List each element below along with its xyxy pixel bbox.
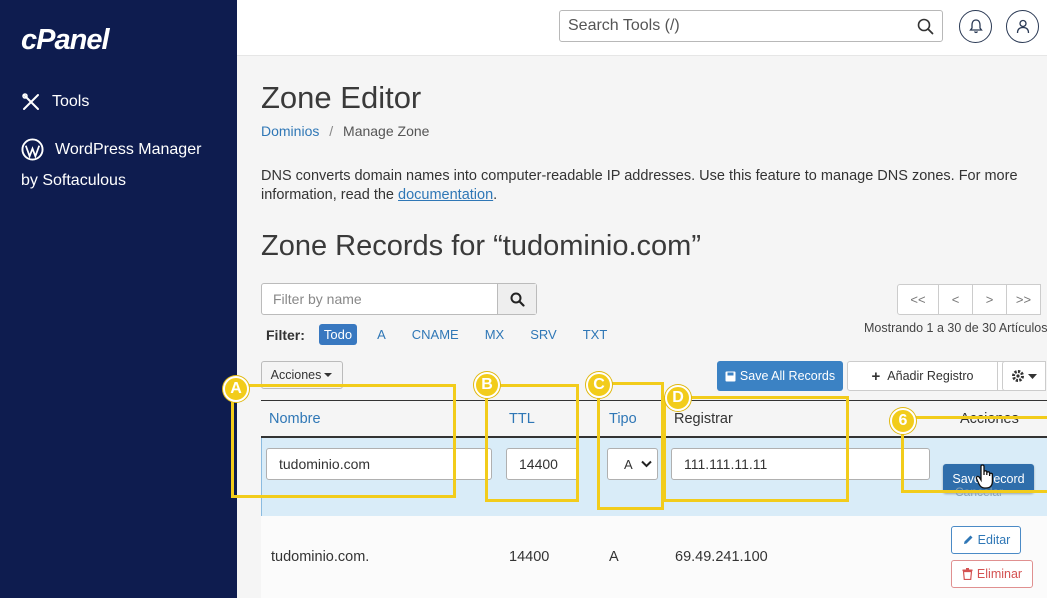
record-type-select[interactable]: A <box>607 448 658 480</box>
annotation-badge-a: A <box>223 376 249 402</box>
breadcrumb: Dominios / Manage Zone <box>261 123 429 139</box>
column-header-type[interactable]: Tipo <box>609 411 637 427</box>
caret-down-icon <box>1028 373 1037 379</box>
filter-by-name-input[interactable] <box>262 284 496 314</box>
bell-icon <box>968 19 983 34</box>
top-bar <box>237 0 1047 56</box>
filter-option-mx[interactable]: MX <box>485 324 505 345</box>
gear-icon <box>1012 370 1024 382</box>
plus-icon: + <box>871 367 881 385</box>
save-all-records-button[interactable]: Save All Records <box>717 361 843 391</box>
documentation-link[interactable]: documentation <box>398 187 493 203</box>
row-type: A <box>609 549 619 565</box>
table-row: tudominio.com. 14400 A 69.49.241.100 <box>261 516 1047 598</box>
record-name-input[interactable] <box>267 449 491 479</box>
record-name-field-wrapper <box>266 448 492 480</box>
cpanel-logo[interactable]: cPanel <box>21 24 109 57</box>
page-description: DNS converts domain names into computer-… <box>261 167 1047 205</box>
description-text: DNS converts domain names into computer-… <box>261 168 1018 203</box>
search-tools-box <box>559 10 943 42</box>
sidebar-item-tools[interactable]: Tools <box>21 92 89 112</box>
sidebar: cPanel Tools WordPress Manager by Softac… <box>0 0 237 598</box>
column-header-record: Registrar <box>674 411 733 427</box>
actions-label: Acciones <box>270 368 322 382</box>
breadcrumb-parent-link[interactable]: Dominios <box>261 123 319 139</box>
wordpress-icon <box>21 138 44 161</box>
pagination: << < > >> <box>897 284 1041 315</box>
main-content: Zone Editor Dominios / Manage Zone DNS c… <box>223 56 1047 598</box>
next-page-button[interactable]: > <box>972 284 1007 315</box>
filter-option-cname[interactable]: CNAME <box>412 324 459 345</box>
sidebar-item-wordpress[interactable]: WordPress Manager <box>21 138 201 161</box>
add-record-button[interactable]: + Añadir Registro <box>847 361 998 391</box>
annotation-badge-6: 6 <box>890 408 916 434</box>
filter-option-todo[interactable]: Todo <box>318 324 358 345</box>
filter-option-a[interactable]: A <box>377 324 386 345</box>
save-all-label: Save All Records <box>739 369 836 383</box>
tools-icon <box>22 93 39 110</box>
column-header-name[interactable]: Nombre <box>269 411 321 427</box>
column-header-ttl[interactable]: TTL <box>509 411 535 427</box>
filter-label: Filter: <box>266 326 305 343</box>
breadcrumb-current: Manage Zone <box>343 123 430 139</box>
pencil-icon <box>963 535 973 544</box>
sidebar-item-label: WordPress Manager <box>55 140 202 158</box>
showing-count: Mostrando 1 a 30 de 30 Artículos <box>864 321 1047 335</box>
search-icon[interactable] <box>917 18 934 35</box>
search-icon <box>510 292 525 307</box>
caret-down-icon <box>324 373 333 377</box>
row-name: tudominio.com. <box>271 549 370 565</box>
actions-dropdown-button[interactable]: Acciones <box>261 361 343 389</box>
last-page-button[interactable]: >> <box>1006 284 1041 315</box>
edit-record-button[interactable]: Editar <box>951 526 1021 554</box>
trash-icon <box>962 568 973 580</box>
record-value-field-wrapper <box>671 448 930 480</box>
record-ttl-field-wrapper <box>506 448 579 480</box>
record-value-input[interactable] <box>672 449 929 479</box>
add-record-label: Añadir Registro <box>887 369 974 383</box>
search-tools-input[interactable] <box>560 11 900 41</box>
column-header-actions: Acciones <box>960 411 1019 427</box>
pointer-hand-icon <box>975 464 994 489</box>
delete-record-button[interactable]: Eliminar <box>951 560 1033 588</box>
record-type-value: A <box>624 456 633 472</box>
annotation-badge-b: B <box>474 372 500 398</box>
breadcrumb-separator: / <box>329 123 334 139</box>
annotation-badge-c: C <box>586 372 612 398</box>
user-icon <box>1016 19 1029 34</box>
notifications-button[interactable] <box>959 10 992 43</box>
previous-page-button[interactable]: < <box>938 284 973 315</box>
filter-box <box>261 283 537 315</box>
first-page-button[interactable]: << <box>897 284 939 315</box>
annotation-badge-d: D <box>665 385 691 411</box>
record-ttl-input[interactable] <box>507 449 578 479</box>
table-header: Nombre TTL Tipo Registrar Acciones <box>261 400 1047 438</box>
delete-label: Eliminar <box>976 567 1023 581</box>
sidebar-item-label-2[interactable]: by Softaculous <box>21 172 126 190</box>
filter-search-button[interactable] <box>497 284 536 314</box>
floppy-disk-icon <box>725 371 736 381</box>
edit-label: Editar <box>977 533 1011 547</box>
row-record: 69.49.241.100 <box>675 549 768 565</box>
chevron-down-icon <box>641 460 652 468</box>
filter-option-txt[interactable]: TXT <box>583 324 608 345</box>
description-end: . <box>493 187 498 203</box>
row-ttl: 14400 <box>509 549 550 565</box>
zone-records-title: Zone Records for “tudominio.com” <box>261 230 701 262</box>
page-title: Zone Editor <box>261 80 422 115</box>
filter-option-srv[interactable]: SRV <box>530 324 557 345</box>
filter-type-row: Filter: Todo A CNAME MX SRV TXT <box>266 324 633 345</box>
user-menu-button[interactable] <box>1006 10 1039 43</box>
settings-dropdown-button[interactable] <box>1002 361 1046 391</box>
sidebar-item-label: Tools <box>52 93 90 110</box>
